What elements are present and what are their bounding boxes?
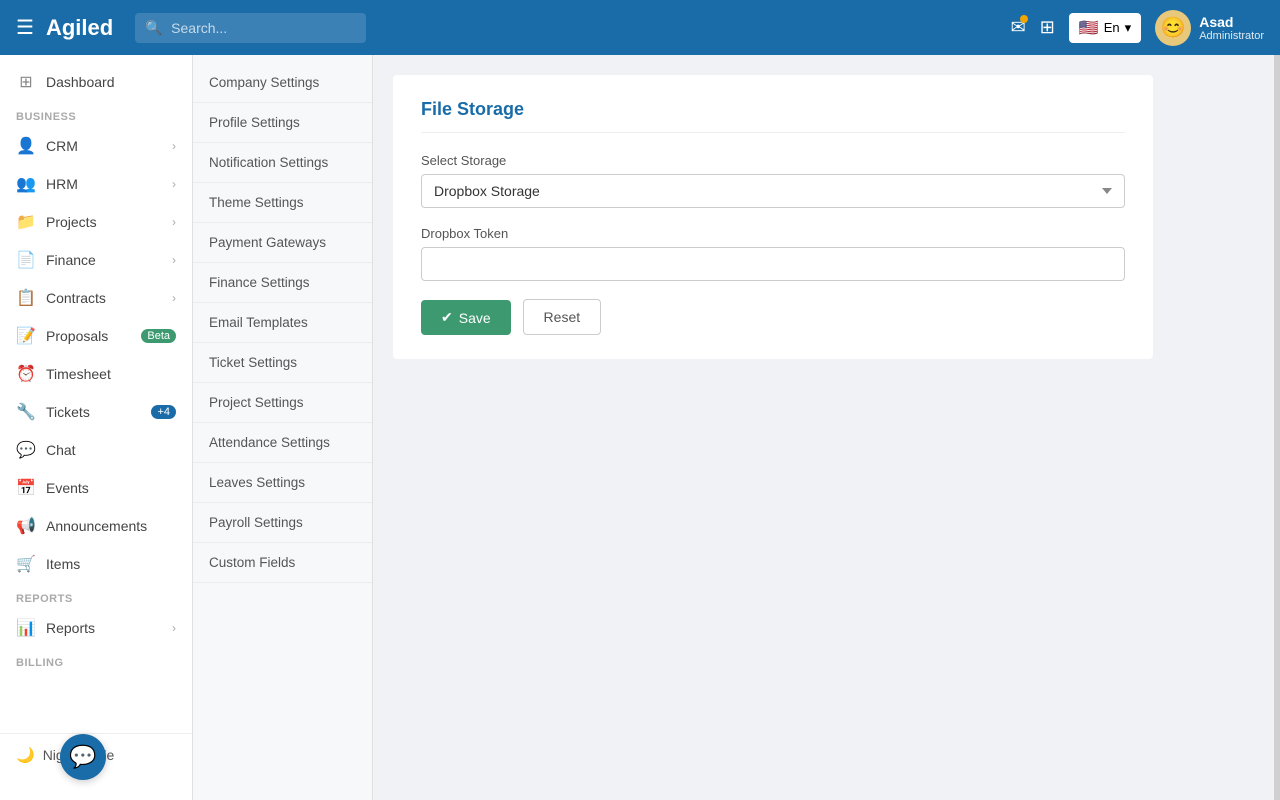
settings-item-company-settings[interactable]: Company Settings (193, 63, 372, 103)
select-storage-label: Select Storage (421, 153, 1125, 168)
page-title: File Storage (421, 99, 1125, 133)
sidebar-item-hrm[interactable]: 👥 HRM › (0, 165, 192, 203)
hrm-icon: 👥 (16, 174, 36, 194)
checkmark-icon: ✔ (441, 309, 453, 326)
sidebar-item-announcements[interactable]: 📢 Announcements (0, 507, 192, 545)
sidebar: ⊞ Dashboard BUSINESS 👤 CRM › 👥 HRM › 📁 P… (0, 55, 193, 800)
sidebar-item-contracts[interactable]: 📋 Contracts › (0, 279, 192, 317)
sidebar-section-business: BUSINESS (0, 101, 192, 127)
settings-sidebar: Company Settings Profile Settings Notifi… (193, 55, 373, 800)
items-icon: 🛒 (16, 554, 36, 574)
app-logo: Agiled (46, 15, 113, 41)
settings-item-project-settings[interactable]: Project Settings (193, 383, 372, 423)
finance-icon: 📄 (16, 250, 36, 270)
sidebar-item-proposals[interactable]: 📝 Proposals Beta (0, 317, 192, 355)
settings-item-ticket-settings[interactable]: Ticket Settings (193, 343, 372, 383)
user-area[interactable]: 😊 Asad Administrator (1155, 10, 1264, 46)
sidebar-section-reports: REPORTS (0, 583, 192, 609)
settings-item-notification-settings[interactable]: Notification Settings (193, 143, 372, 183)
sidebar-item-projects[interactable]: 📁 Projects › (0, 203, 192, 241)
avatar: 😊 (1155, 10, 1191, 46)
content-area: File Storage Select Storage Dropbox Stor… (373, 55, 1274, 800)
sidebar-item-dashboard[interactable]: ⊞ Dashboard (0, 63, 192, 101)
settings-item-theme-settings[interactable]: Theme Settings (193, 183, 372, 223)
moon-icon: 🌙 (16, 746, 35, 764)
search-input[interactable] (135, 13, 366, 43)
proposals-icon: 📝 (16, 326, 36, 346)
search-wrap: 🔍 (135, 13, 735, 43)
lang-chevron-icon: ▾ (1125, 20, 1132, 36)
reports-icon: 📊 (16, 618, 36, 638)
contracts-arrow-icon: › (172, 291, 176, 305)
chat-icon: 💬 (16, 440, 36, 460)
sidebar-item-timesheet[interactable]: ⏰ Timesheet (0, 355, 192, 393)
finance-arrow-icon: › (172, 253, 176, 267)
settings-item-custom-fields[interactable]: Custom Fields (193, 543, 372, 583)
main-layout: ⊞ Dashboard BUSINESS 👤 CRM › 👥 HRM › 📁 P… (0, 55, 1280, 800)
dashboard-icon: ⊞ (16, 72, 36, 92)
sidebar-item-crm[interactable]: 👤 CRM › (0, 127, 192, 165)
proposals-badge: Beta (141, 329, 176, 343)
settings-item-payment-gateways[interactable]: Payment Gateways (193, 223, 372, 263)
sidebar-item-label: Dashboard (46, 74, 176, 90)
notification-dot (1020, 15, 1028, 23)
settings-item-payroll-settings[interactable]: Payroll Settings (193, 503, 372, 543)
right-scrollbar[interactable] (1274, 55, 1280, 800)
tickets-badge: +4 (151, 405, 176, 419)
settings-item-attendance-settings[interactable]: Attendance Settings (193, 423, 372, 463)
user-role: Administrator (1199, 30, 1264, 42)
sidebar-item-items[interactable]: 🛒 Items (0, 545, 192, 583)
topnav: ☰ Agiled 🔍 ✉ ⊞ 🇺🇸 En ▾ 😊 Asad Administra… (0, 0, 1280, 55)
contracts-icon: 📋 (16, 288, 36, 308)
form-actions: ✔ Save Reset (421, 299, 1125, 335)
sidebar-item-events[interactable]: 📅 Events (0, 469, 192, 507)
settings-item-email-templates[interactable]: Email Templates (193, 303, 372, 343)
apps-grid-icon[interactable]: ⊞ (1040, 17, 1055, 38)
select-storage-group: Select Storage Dropbox Storage Local Sto… (421, 153, 1125, 208)
hamburger-icon[interactable]: ☰ (16, 15, 34, 40)
settings-item-leaves-settings[interactable]: Leaves Settings (193, 463, 372, 503)
reset-button[interactable]: Reset (523, 299, 602, 335)
flag-icon: 🇺🇸 (1079, 18, 1099, 38)
topnav-right: ✉ ⊞ 🇺🇸 En ▾ 😊 Asad Administrator (1011, 10, 1264, 46)
reports-arrow-icon: › (172, 621, 176, 635)
crm-arrow-icon: › (172, 139, 176, 153)
settings-item-finance-settings[interactable]: Finance Settings (193, 263, 372, 303)
announcements-icon: 📢 (16, 516, 36, 536)
sidebar-item-finance[interactable]: 📄 Finance › (0, 241, 192, 279)
storage-select[interactable]: Dropbox Storage Local Storage Google Dri… (421, 174, 1125, 208)
language-label: En (1104, 20, 1120, 35)
language-selector[interactable]: 🇺🇸 En ▾ (1069, 13, 1141, 43)
dropbox-token-input[interactable] (421, 247, 1125, 281)
settings-item-profile-settings[interactable]: Profile Settings (193, 103, 372, 143)
sidebar-item-tickets[interactable]: 🔧 Tickets +4 (0, 393, 192, 431)
tickets-icon: 🔧 (16, 402, 36, 422)
sidebar-section-billing: BILLING (0, 647, 192, 673)
notifications-icon[interactable]: ✉ (1011, 17, 1026, 38)
user-info: Asad Administrator (1199, 14, 1264, 42)
crm-icon: 👤 (16, 136, 36, 156)
search-icon: 🔍 (145, 19, 162, 36)
events-icon: 📅 (16, 478, 36, 498)
projects-arrow-icon: › (172, 215, 176, 229)
sidebar-item-chat[interactable]: 💬 Chat (0, 431, 192, 469)
timesheet-icon: ⏰ (16, 364, 36, 384)
dropbox-token-group: Dropbox Token (421, 226, 1125, 281)
file-storage-card: File Storage Select Storage Dropbox Stor… (393, 75, 1153, 359)
dropbox-token-label: Dropbox Token (421, 226, 1125, 241)
chat-bubble[interactable]: 💬 (60, 734, 106, 780)
user-name: Asad (1199, 14, 1264, 30)
projects-icon: 📁 (16, 212, 36, 232)
save-button[interactable]: ✔ Save (421, 300, 511, 335)
sidebar-item-reports[interactable]: 📊 Reports › (0, 609, 192, 647)
hrm-arrow-icon: › (172, 177, 176, 191)
